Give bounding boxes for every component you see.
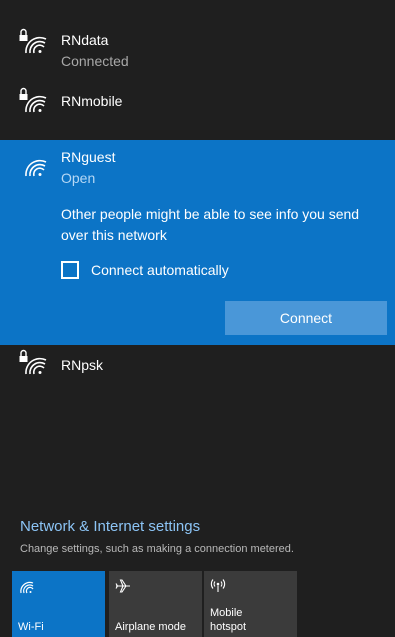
airplane-icon bbox=[115, 579, 130, 593]
open-network-warning: Other people might be able to see info y… bbox=[61, 206, 360, 243]
network-item-rndata[interactable]: RNdata Connected bbox=[0, 23, 395, 83]
connect-automatically-label: Connect automatically bbox=[91, 262, 229, 278]
network-status: Open bbox=[61, 170, 96, 186]
network-settings-link[interactable]: Network & Internet settings bbox=[20, 518, 200, 535]
network-flyout: RNdata Connected RNmobile RNguest Open O… bbox=[0, 0, 395, 637]
hotspot-icon bbox=[210, 579, 226, 592]
network-item-rnmobile[interactable]: RNmobile bbox=[0, 83, 395, 138]
wifi-toggle-tile[interactable]: Wi-Fi bbox=[12, 571, 105, 637]
airplane-mode-tile[interactable]: Airplane mode bbox=[109, 571, 202, 637]
network-item-rnpsk[interactable]: RNpsk bbox=[0, 345, 395, 405]
wifi-secured-icon bbox=[19, 28, 47, 54]
wifi-open-icon bbox=[25, 159, 47, 177]
network-name: RNdata bbox=[61, 32, 109, 48]
checkbox-box[interactable] bbox=[61, 261, 79, 279]
network-name: RNguest bbox=[61, 149, 116, 165]
tile-label: Wi-Fi bbox=[18, 621, 44, 633]
wifi-secured-icon bbox=[19, 349, 47, 375]
tile-label: Airplane mode bbox=[115, 621, 186, 633]
network-name: RNpsk bbox=[61, 357, 104, 373]
wifi-icon bbox=[20, 581, 34, 594]
connect-automatically-checkbox[interactable]: Connect automatically bbox=[61, 259, 229, 281]
wifi-secured-icon bbox=[19, 87, 47, 113]
network-status: Connected bbox=[61, 53, 129, 69]
mobile-hotspot-tile[interactable]: Mobile hotspot bbox=[204, 571, 297, 637]
tile-label: Mobile hotspot bbox=[210, 607, 247, 633]
network-settings-description: Change settings, such as making a connec… bbox=[20, 543, 294, 555]
network-item-rnguest[interactable]: RNguest Open Other people might be able … bbox=[0, 140, 395, 345]
connect-button[interactable]: Connect bbox=[225, 301, 387, 335]
network-name: RNmobile bbox=[61, 93, 123, 109]
